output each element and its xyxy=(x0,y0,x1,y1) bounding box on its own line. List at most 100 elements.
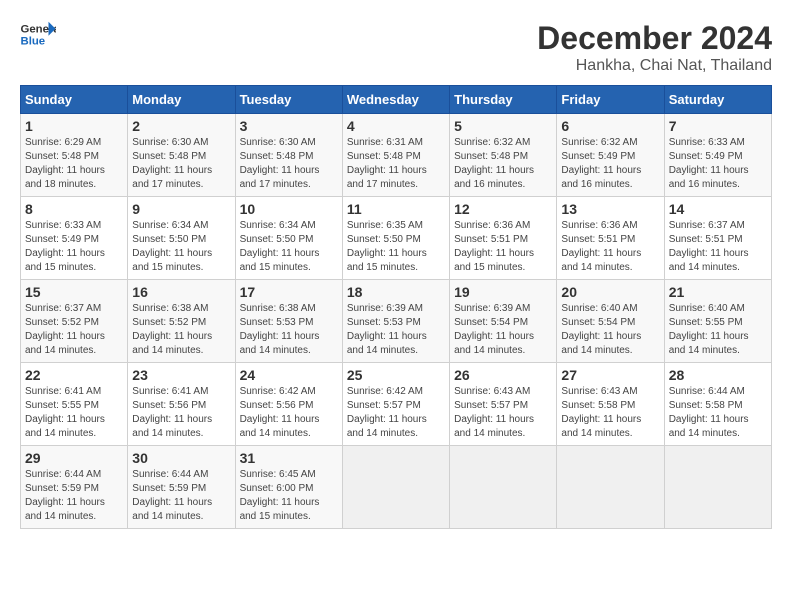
day-number: 18 xyxy=(347,284,445,300)
calendar-week-row: 8 Sunrise: 6:33 AMSunset: 5:49 PMDaylight… xyxy=(21,197,772,280)
day-info: Sunrise: 6:29 AMSunset: 5:48 PMDaylight:… xyxy=(25,136,123,192)
day-number: 30 xyxy=(132,450,230,466)
day-info: Sunrise: 6:32 AMSunset: 5:49 PMDaylight:… xyxy=(561,136,659,192)
calendar-cell: 8 Sunrise: 6:33 AMSunset: 5:49 PMDaylight… xyxy=(21,197,128,280)
day-info: Sunrise: 6:33 AMSunset: 5:49 PMDaylight:… xyxy=(25,219,123,275)
day-info: Sunrise: 6:42 AMSunset: 5:57 PMDaylight:… xyxy=(347,385,445,441)
day-number: 24 xyxy=(240,367,338,383)
day-info: Sunrise: 6:33 AMSunset: 5:49 PMDaylight:… xyxy=(669,136,767,192)
calendar-cell: 4 Sunrise: 6:31 AMSunset: 5:48 PMDaylight… xyxy=(342,114,449,197)
calendar-cell: 7 Sunrise: 6:33 AMSunset: 5:49 PMDaylight… xyxy=(664,114,771,197)
weekday-header-cell: Wednesday xyxy=(342,86,449,114)
calendar-cell: 2 Sunrise: 6:30 AMSunset: 5:48 PMDaylight… xyxy=(128,114,235,197)
day-number: 31 xyxy=(240,450,338,466)
day-info: Sunrise: 6:34 AMSunset: 5:50 PMDaylight:… xyxy=(132,219,230,275)
calendar-cell: 13Sunrise: 6:36 AMSunset: 5:51 PMDayligh… xyxy=(557,197,664,280)
weekday-header-cell: Thursday xyxy=(450,86,557,114)
calendar-cell: 21Sunrise: 6:40 AMSunset: 5:55 PMDayligh… xyxy=(664,280,771,363)
logo-icon: General Blue xyxy=(20,20,56,48)
day-number: 15 xyxy=(25,284,123,300)
calendar-cell: 22 Sunrise: 6:41 AMSunset: 5:55 PMDayligh… xyxy=(21,363,128,446)
calendar-cell xyxy=(342,446,449,529)
weekday-header-row: SundayMondayTuesdayWednesdayThursdayFrid… xyxy=(21,86,772,114)
day-number: 22 xyxy=(25,367,123,383)
calendar-cell: 12 Sunrise: 6:36 AMSunset: 5:51 PMDayligh… xyxy=(450,197,557,280)
day-info: Sunrise: 6:41 AMSunset: 5:56 PMDaylight:… xyxy=(132,385,230,441)
calendar-cell: 10Sunrise: 6:34 AMSunset: 5:50 PMDayligh… xyxy=(235,197,342,280)
calendar-week-row: 29 Sunrise: 6:44 AMSunset: 5:59 PMDayligh… xyxy=(21,446,772,529)
page-header: General Blue December 2024 Hankha, Chai … xyxy=(20,20,772,75)
day-info: Sunrise: 6:44 AMSunset: 5:59 PMDaylight:… xyxy=(25,468,123,524)
day-number: 3 xyxy=(240,118,338,134)
day-info: Sunrise: 6:44 AMSunset: 5:59 PMDaylight:… xyxy=(132,468,230,524)
svg-text:Blue: Blue xyxy=(21,36,46,48)
day-number: 14 xyxy=(669,201,767,217)
calendar-cell: 29 Sunrise: 6:44 AMSunset: 5:59 PMDayligh… xyxy=(21,446,128,529)
day-info: Sunrise: 6:31 AMSunset: 5:48 PMDaylight:… xyxy=(347,136,445,192)
calendar-cell: 3 Sunrise: 6:30 AMSunset: 5:48 PMDaylight… xyxy=(235,114,342,197)
day-info: Sunrise: 6:36 AMSunset: 5:51 PMDaylight:… xyxy=(454,219,552,275)
day-info: Sunrise: 6:43 AMSunset: 5:58 PMDaylight:… xyxy=(561,385,659,441)
day-number: 20 xyxy=(561,284,659,300)
calendar-cell: 24 Sunrise: 6:42 AMSunset: 5:56 PMDayligh… xyxy=(235,363,342,446)
calendar-cell: 19 Sunrise: 6:39 AMSunset: 5:54 PMDayligh… xyxy=(450,280,557,363)
day-number: 26 xyxy=(454,367,552,383)
day-info: Sunrise: 6:43 AMSunset: 5:57 PMDaylight:… xyxy=(454,385,552,441)
day-info: Sunrise: 6:37 AMSunset: 5:51 PMDaylight:… xyxy=(669,219,767,275)
calendar-cell xyxy=(557,446,664,529)
day-number: 7 xyxy=(669,118,767,134)
day-info: Sunrise: 6:42 AMSunset: 5:56 PMDaylight:… xyxy=(240,385,338,441)
calendar-cell xyxy=(450,446,557,529)
calendar-body: 1 Sunrise: 6:29 AMSunset: 5:48 PMDaylight… xyxy=(21,114,772,529)
day-info: Sunrise: 6:41 AMSunset: 5:55 PMDaylight:… xyxy=(25,385,123,441)
calendar-week-row: 22 Sunrise: 6:41 AMSunset: 5:55 PMDayligh… xyxy=(21,363,772,446)
calendar-cell: 11 Sunrise: 6:35 AMSunset: 5:50 PMDayligh… xyxy=(342,197,449,280)
day-number: 9 xyxy=(132,201,230,217)
calendar-cell: 6 Sunrise: 6:32 AMSunset: 5:49 PMDaylight… xyxy=(557,114,664,197)
day-info: Sunrise: 6:30 AMSunset: 5:48 PMDaylight:… xyxy=(240,136,338,192)
calendar-cell: 1 Sunrise: 6:29 AMSunset: 5:48 PMDaylight… xyxy=(21,114,128,197)
day-number: 10 xyxy=(240,201,338,217)
calendar-cell: 26 Sunrise: 6:43 AMSunset: 5:57 PMDayligh… xyxy=(450,363,557,446)
day-number: 29 xyxy=(25,450,123,466)
day-number: 16 xyxy=(132,284,230,300)
day-number: 17 xyxy=(240,284,338,300)
calendar-table: SundayMondayTuesdayWednesdayThursdayFrid… xyxy=(20,85,772,529)
day-number: 23 xyxy=(132,367,230,383)
calendar-week-row: 1 Sunrise: 6:29 AMSunset: 5:48 PMDaylight… xyxy=(21,114,772,197)
calendar-cell: 17Sunrise: 6:38 AMSunset: 5:53 PMDayligh… xyxy=(235,280,342,363)
day-info: Sunrise: 6:30 AMSunset: 5:48 PMDaylight:… xyxy=(132,136,230,192)
day-info: Sunrise: 6:45 AMSunset: 6:00 PMDaylight:… xyxy=(240,468,338,524)
calendar-cell: 14 Sunrise: 6:37 AMSunset: 5:51 PMDayligh… xyxy=(664,197,771,280)
day-number: 21 xyxy=(669,284,767,300)
calendar-cell: 30 Sunrise: 6:44 AMSunset: 5:59 PMDayligh… xyxy=(128,446,235,529)
day-number: 6 xyxy=(561,118,659,134)
day-info: Sunrise: 6:35 AMSunset: 5:50 PMDaylight:… xyxy=(347,219,445,275)
calendar-cell: 16 Sunrise: 6:38 AMSunset: 5:52 PMDayligh… xyxy=(128,280,235,363)
day-info: Sunrise: 6:39 AMSunset: 5:53 PMDaylight:… xyxy=(347,302,445,358)
day-number: 8 xyxy=(25,201,123,217)
day-number: 12 xyxy=(454,201,552,217)
day-number: 4 xyxy=(347,118,445,134)
day-number: 5 xyxy=(454,118,552,134)
weekday-header-cell: Monday xyxy=(128,86,235,114)
day-number: 19 xyxy=(454,284,552,300)
day-info: Sunrise: 6:39 AMSunset: 5:54 PMDaylight:… xyxy=(454,302,552,358)
calendar-cell: 25 Sunrise: 6:42 AMSunset: 5:57 PMDayligh… xyxy=(342,363,449,446)
day-info: Sunrise: 6:36 AMSunset: 5:51 PMDaylight:… xyxy=(561,219,659,275)
calendar-cell: 15Sunrise: 6:37 AMSunset: 5:52 PMDayligh… xyxy=(21,280,128,363)
day-number: 25 xyxy=(347,367,445,383)
calendar-cell: 27Sunrise: 6:43 AMSunset: 5:58 PMDayligh… xyxy=(557,363,664,446)
day-info: Sunrise: 6:32 AMSunset: 5:48 PMDaylight:… xyxy=(454,136,552,192)
day-info: Sunrise: 6:38 AMSunset: 5:52 PMDaylight:… xyxy=(132,302,230,358)
calendar-cell: 23 Sunrise: 6:41 AMSunset: 5:56 PMDayligh… xyxy=(128,363,235,446)
day-number: 11 xyxy=(347,201,445,217)
month-title: December 2024 xyxy=(537,20,772,57)
day-info: Sunrise: 6:40 AMSunset: 5:54 PMDaylight:… xyxy=(561,302,659,358)
calendar-cell: 9 Sunrise: 6:34 AMSunset: 5:50 PMDaylight… xyxy=(128,197,235,280)
calendar-cell: 5 Sunrise: 6:32 AMSunset: 5:48 PMDaylight… xyxy=(450,114,557,197)
weekday-header-cell: Tuesday xyxy=(235,86,342,114)
day-number: 2 xyxy=(132,118,230,134)
day-info: Sunrise: 6:44 AMSunset: 5:58 PMDaylight:… xyxy=(669,385,767,441)
day-number: 1 xyxy=(25,118,123,134)
